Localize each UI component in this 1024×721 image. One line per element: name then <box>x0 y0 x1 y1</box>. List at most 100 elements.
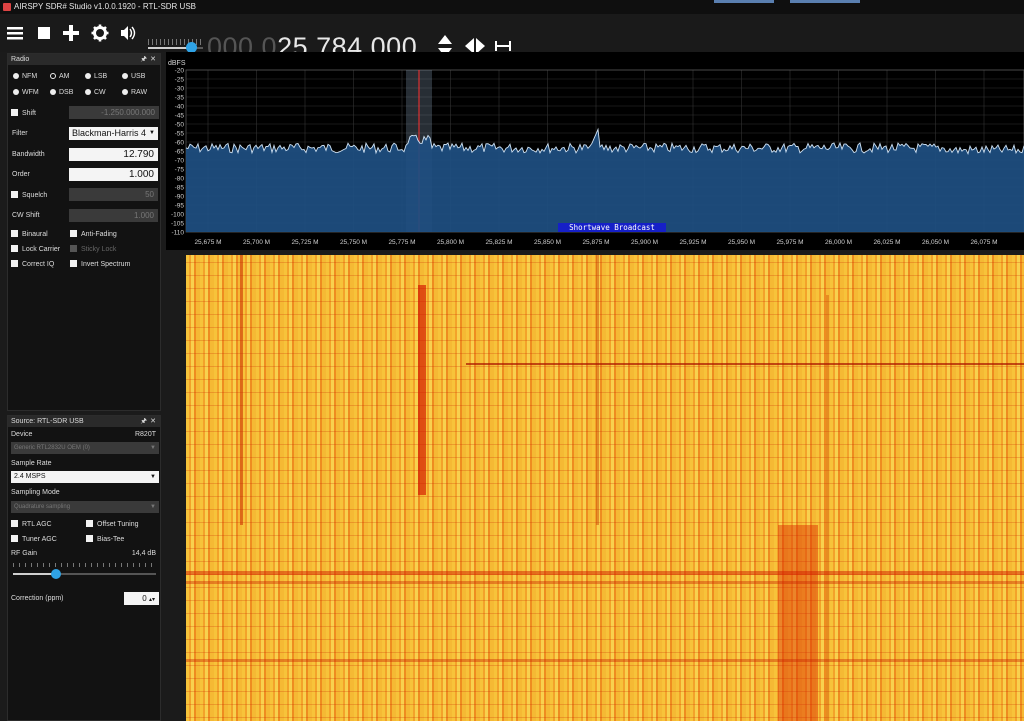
filter-select[interactable]: Blackman-Harris 4 ▼ <box>69 127 158 140</box>
radio-button-selected[interactable] <box>50 73 56 79</box>
db-tick-label: -45 <box>175 112 185 119</box>
radio-button[interactable] <box>85 89 91 95</box>
lock-carrier-checkbox[interactable]: Lock Carrier <box>11 245 60 253</box>
stop-icon <box>38 27 50 39</box>
mute-button[interactable] <box>119 23 137 43</box>
squelch-checkbox[interactable]: Squelch <box>11 191 47 199</box>
radio-button[interactable] <box>50 89 56 95</box>
tuner-agc-checkbox[interactable]: Tuner AGC <box>11 535 57 543</box>
interference-band <box>186 659 1024 662</box>
radio-button[interactable] <box>122 89 128 95</box>
rtl-agc-checkbox[interactable]: RTL AGC <box>11 520 52 528</box>
checkbox[interactable] <box>11 109 18 116</box>
checkbox[interactable] <box>70 230 77 237</box>
menu-button[interactable] <box>6 23 24 43</box>
stop-button[interactable] <box>35 23 53 43</box>
sampling-mode-select[interactable]: Quadrature sampling ▼ <box>11 501 159 513</box>
checkbox[interactable] <box>70 245 77 252</box>
freq-tick-label: 26,050 M <box>922 239 949 246</box>
cw-shift-input[interactable]: 1.000 <box>69 209 158 222</box>
radio-button[interactable] <box>13 89 19 95</box>
mode-lsb[interactable]: LSB <box>85 73 107 80</box>
close-icon[interactable]: ✕ <box>150 54 156 65</box>
mode-wfm[interactable]: WFM <box>13 89 39 96</box>
db-unit-label: dBFS <box>168 60 186 67</box>
shift-input[interactable]: -1.250.000.000 <box>69 106 159 119</box>
mode-am[interactable]: AM <box>50 73 70 80</box>
freq-tick-label: 25,725 M <box>291 239 318 246</box>
squelch-input[interactable]: 50 <box>69 188 158 201</box>
correct-iq-checkbox[interactable]: Correct IQ <box>11 260 54 268</box>
rf-gain-label: RF Gain <box>11 550 38 557</box>
device-tuner: R820T <box>134 431 156 438</box>
add-button[interactable] <box>62 23 80 43</box>
rf-gain-ticks <box>13 563 156 567</box>
freq-tick-label: 25,875 M <box>582 239 609 246</box>
freq-tick-label: 25,850 M <box>534 239 561 246</box>
spectrum-plot[interactable]: dBFS -20 -25 -30 -35 -40 -45 -50 -55 -60 -65 -70 -7… <box>166 52 1024 250</box>
freq-tick-label: 25,925 M <box>679 239 706 246</box>
radio-button[interactable] <box>85 73 91 79</box>
shift-checkbox[interactable]: Shift <box>11 109 36 117</box>
rf-gain-value: 14,4 dB <box>131 550 156 557</box>
invert-spectrum-checkbox[interactable]: Invert Spectrum <box>70 260 130 268</box>
rf-gain-slider-handle[interactable] <box>50 569 61 579</box>
checkbox[interactable] <box>11 191 18 198</box>
checkbox[interactable] <box>11 520 18 527</box>
window-title-bar: AIRSPY SDR# Studio v1.0.0.1920 - RTL-SDR… <box>0 0 1024 14</box>
spectrum-analyzer[interactable]: dBFS -20 -25 -30 -35 -40 -45 -50 -55 -60 -65 -70 -7… <box>166 52 1024 250</box>
checkbox[interactable] <box>70 260 77 267</box>
db-tick-label: -100 <box>171 211 184 218</box>
anti-fading-checkbox[interactable]: Anti-Fading <box>70 230 117 238</box>
device-select[interactable]: Generic RTL2832U OEM (0) ▼ <box>11 442 159 454</box>
checkbox[interactable] <box>11 260 18 267</box>
db-tick-label: -60 <box>175 139 185 146</box>
checkbox[interactable] <box>11 245 18 252</box>
window-title: AIRSPY SDR# Studio v1.0.0.1920 - RTL-SDR… <box>14 2 197 11</box>
signal-trace <box>596 255 599 525</box>
pin-icon[interactable]: 🖈 <box>141 416 147 427</box>
offset-tuning-checkbox[interactable]: Offset Tuning <box>86 520 139 528</box>
sticky-lock-checkbox[interactable]: Sticky Lock <box>70 245 116 253</box>
radio-panel: Radio 🖈 ✕ NFM AM LSB USB WFM DSB CW RAW … <box>7 53 161 411</box>
mode-cw[interactable]: CW <box>85 89 106 96</box>
sampling-mode-label: Sampling Mode <box>11 489 60 496</box>
app-logo-icon <box>3 3 11 11</box>
checkbox[interactable] <box>11 230 18 237</box>
radio-button[interactable] <box>13 73 19 79</box>
db-tick-label: -20 <box>175 67 185 74</box>
checkbox[interactable] <box>86 535 93 542</box>
mode-raw[interactable]: RAW <box>122 89 147 96</box>
mode-usb[interactable]: USB <box>122 73 145 80</box>
source-panel-header: Source: RTL-SDR USB 🖈 ✕ <box>8 416 160 427</box>
interference-band <box>186 581 1024 584</box>
db-tick-label: -80 <box>175 175 185 182</box>
pin-icon[interactable]: 🖈 <box>141 54 147 65</box>
radio-panel-title: Radio <box>11 56 30 63</box>
order-input[interactable]: 1.000 <box>69 168 158 181</box>
db-tick-label: -35 <box>175 94 185 101</box>
freq-tick-label: 25,775 M <box>388 239 415 246</box>
checkbox[interactable] <box>11 535 18 542</box>
checkbox[interactable] <box>86 520 93 527</box>
db-tick-label: -65 <box>175 148 185 155</box>
mode-dsb[interactable]: DSB <box>50 89 73 96</box>
sample-rate-label: Sample Rate <box>11 460 52 467</box>
bandwidth-input[interactable]: 12.790 <box>69 148 158 161</box>
bandwidth-label: Bandwidth <box>12 151 45 158</box>
binaural-checkbox[interactable]: Binaural <box>11 230 48 238</box>
settings-button[interactable] <box>91 23 109 43</box>
waterfall-display[interactable] <box>186 255 1024 721</box>
window-tab-indicator <box>790 0 860 3</box>
freq-tick-label: 26,075 M <box>970 239 997 246</box>
bias-tee-checkbox[interactable]: Bias-Tee <box>86 535 124 543</box>
freq-tick-label: 25,700 M <box>243 239 270 246</box>
close-icon[interactable]: ✕ <box>150 416 156 427</box>
freq-tick-label: 25,975 M <box>776 239 803 246</box>
radio-button[interactable] <box>122 73 128 79</box>
signal-trace <box>826 295 829 721</box>
correction-label: Correction (ppm) <box>11 595 64 602</box>
mode-nfm[interactable]: NFM <box>13 73 37 80</box>
correction-input[interactable]: 0 ▴▾ <box>124 592 159 605</box>
sample-rate-select[interactable]: 2.4 MSPS ▼ <box>11 471 159 483</box>
